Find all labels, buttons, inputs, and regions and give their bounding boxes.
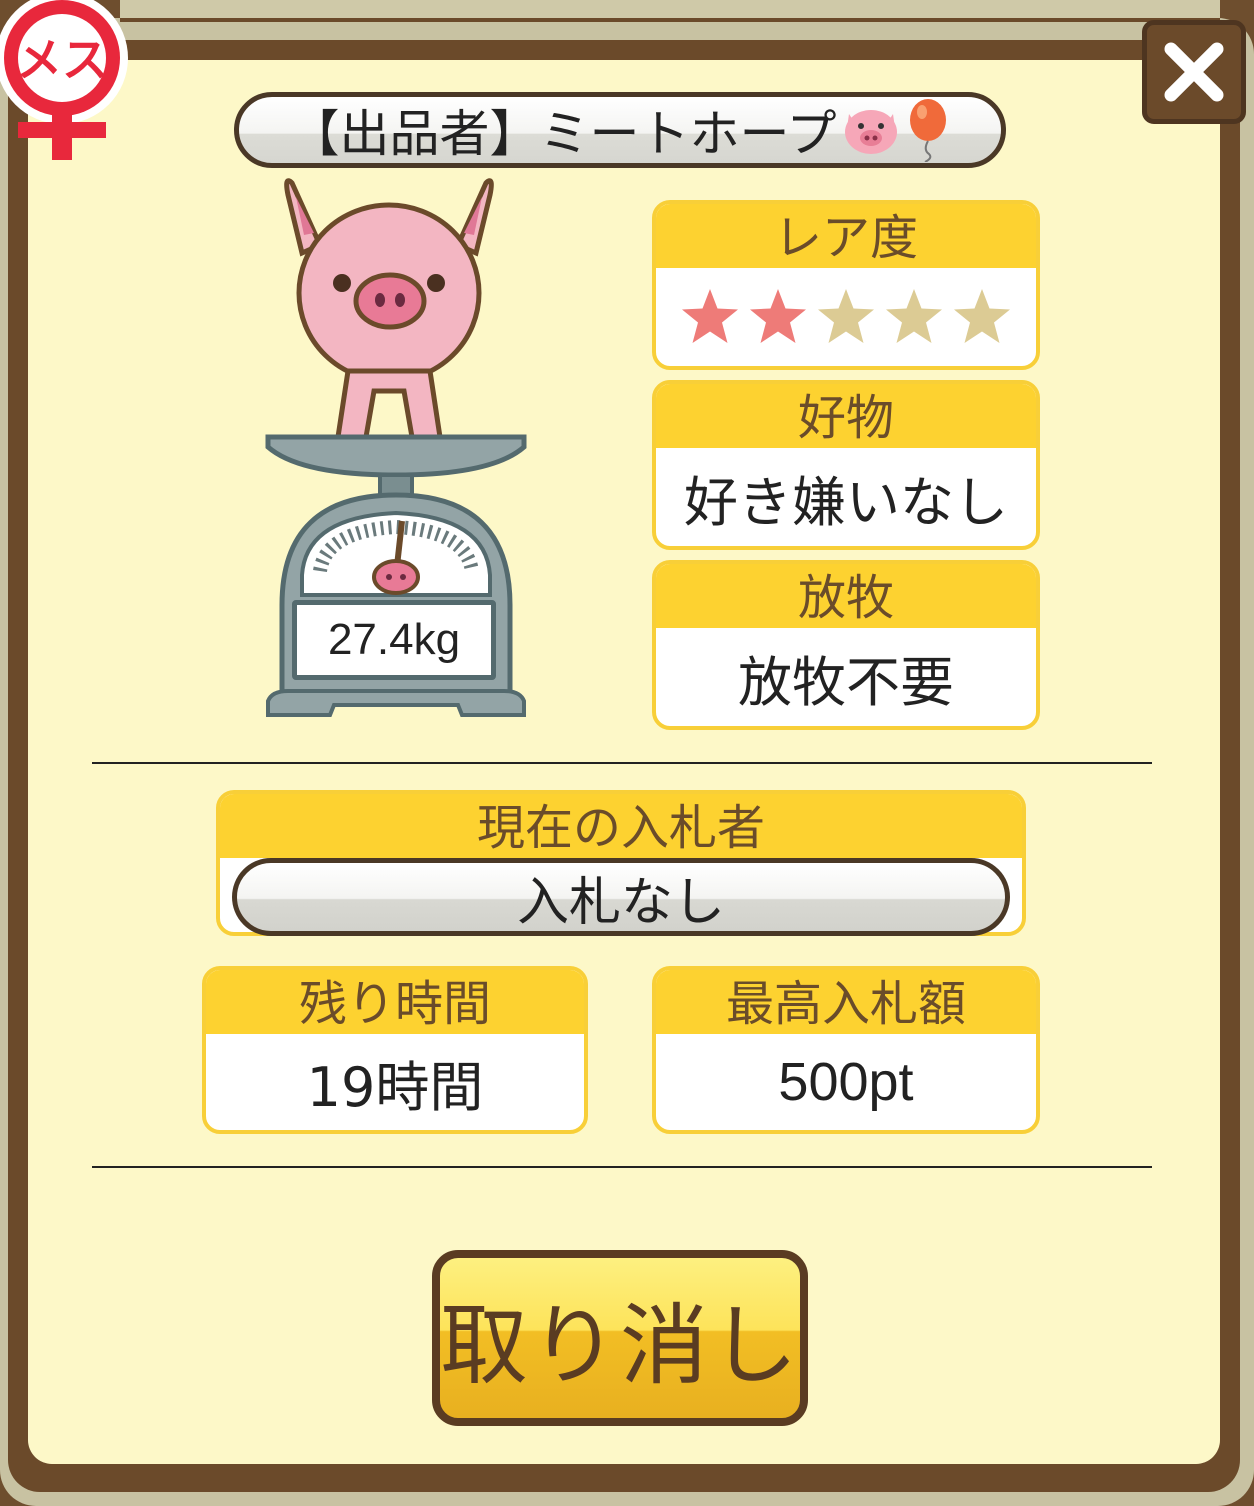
rarity-card: レア度 bbox=[652, 200, 1040, 370]
female-gender-icon: メス bbox=[0, 0, 135, 165]
star-filled-icon bbox=[682, 289, 738, 343]
grazing-value: 放牧不要 bbox=[738, 650, 954, 714]
highest-bid-value: 500pt bbox=[778, 1052, 914, 1112]
close-icon bbox=[1164, 42, 1224, 102]
favorite-header: 好物 bbox=[656, 384, 1036, 448]
bidder-header: 現在の入札者 bbox=[220, 794, 1022, 858]
remaining-value: 19時間 bbox=[306, 1055, 484, 1119]
rarity-stars bbox=[679, 286, 1013, 348]
remaining-header: 残り時間 bbox=[206, 970, 584, 1034]
weight-display: 27.4kg bbox=[292, 600, 496, 680]
rarity-header: レア度 bbox=[656, 204, 1036, 268]
highest-bid-card: 最高入札額 500pt bbox=[652, 966, 1040, 1134]
star-empty-icon bbox=[886, 289, 942, 343]
section-divider-bottom bbox=[92, 1166, 1152, 1168]
highest-bid-header: 最高入札額 bbox=[656, 970, 1036, 1034]
favorite-value: 好き嫌いなし bbox=[684, 470, 1008, 534]
section-divider bbox=[92, 762, 1152, 764]
cancel-listing-button[interactable]: 取り消し bbox=[432, 1250, 808, 1426]
close-button[interactable] bbox=[1142, 20, 1246, 124]
current-bidder-value: 入札なし bbox=[232, 858, 1010, 936]
pig-face-icon bbox=[844, 110, 897, 154]
seller-name-pill: 【出品者】ミートホープ bbox=[234, 92, 1006, 168]
seller-label: 【出品者】ミートホープ bbox=[289, 105, 837, 163]
favorite-food-card: 好物 好き嫌いなし bbox=[652, 380, 1040, 550]
gender-label: メス bbox=[16, 33, 108, 87]
grazing-header: 放牧 bbox=[656, 564, 1036, 628]
balloon-icon bbox=[909, 99, 946, 162]
remaining-time-card: 残り時間 19時間 bbox=[202, 966, 588, 1134]
star-empty-icon bbox=[818, 289, 874, 343]
top-strip bbox=[120, 0, 1220, 22]
star-empty-icon bbox=[954, 289, 1010, 343]
grazing-card: 放牧 放牧不要 bbox=[652, 560, 1040, 730]
star-filled-icon bbox=[750, 289, 806, 343]
